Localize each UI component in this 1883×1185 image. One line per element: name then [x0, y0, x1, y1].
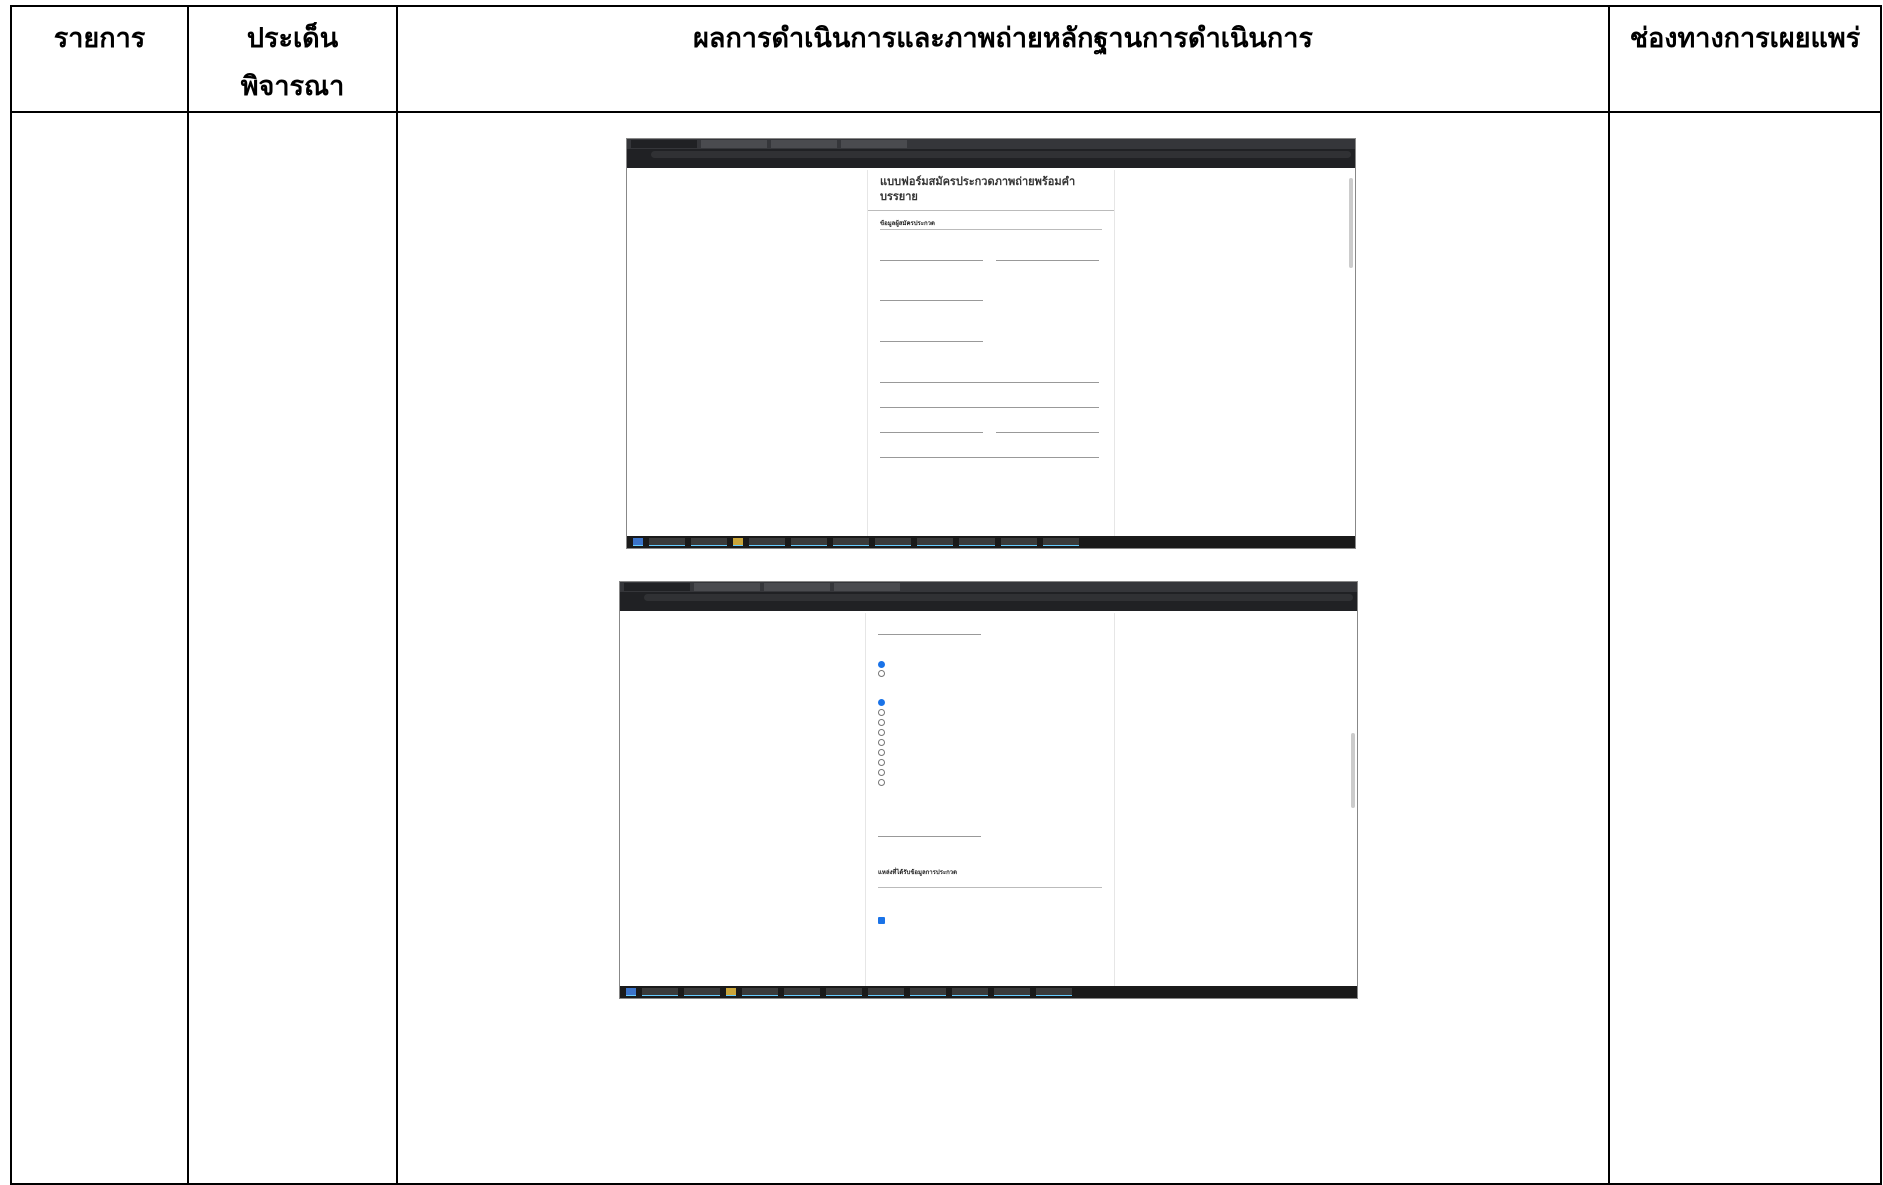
phone-field [880, 330, 983, 342]
province-field [880, 421, 983, 433]
scrollbar[interactable] [1349, 178, 1353, 268]
age-field [878, 623, 981, 635]
address-bar-2 [644, 594, 1353, 601]
other-field [878, 825, 981, 837]
form-title: แบบฟอร์มสมัครประกวดภาพถ่ายพร้อมคำบรรยาย [880, 175, 1076, 203]
header-result: ผลการดำเนินการและภาพถ่ายหลักฐานการดำเนิน… [396, 5, 1610, 113]
radio-option[interactable] [878, 769, 889, 776]
first-name-field [880, 249, 983, 261]
header-row: รายการ ประเด็นพิจารณา ผลการดำเนินการและภ… [10, 5, 1882, 113]
radio-option[interactable] [878, 670, 889, 677]
radio-option[interactable] [878, 749, 889, 756]
cell-channel [1608, 111, 1882, 1185]
address-bar [651, 151, 1351, 158]
form-page: แบบฟอร์มสมัครประกวดภาพถ่ายพร้อมคำบรรยาย … [627, 170, 1355, 536]
checkbox-option[interactable] [878, 917, 889, 924]
windows-taskbar-2 [620, 986, 1357, 998]
browser-chrome [627, 139, 1355, 168]
email-field [880, 289, 983, 301]
radio-option[interactable] [878, 719, 889, 726]
bookmarks-bar [627, 160, 1355, 168]
windows-taskbar [627, 536, 1355, 548]
radio-option[interactable] [878, 709, 889, 716]
header-item: รายการ [10, 5, 189, 113]
section-heading-2: แหล่งที่ได้รับข้อมูลการประกวด [878, 869, 958, 876]
scrollbar-2[interactable] [1351, 733, 1355, 808]
district-field [880, 396, 1099, 408]
header-issue: ประเด็นพิจารณา [187, 5, 398, 113]
radio-option[interactable] [878, 729, 889, 736]
last-name-field [996, 249, 1099, 261]
radio-option[interactable] [878, 661, 889, 668]
region-field [996, 421, 1099, 433]
form-page-2: แหล่งที่ได้รับข้อมูลการประกวด [620, 613, 1357, 986]
radio-option[interactable] [878, 759, 889, 766]
section-heading: ข้อมูลผู้สมัครประกวด [880, 220, 935, 227]
browser-chrome-2 [620, 582, 1357, 611]
radio-option[interactable] [878, 779, 889, 786]
radio-option[interactable] [878, 739, 889, 746]
radio-option[interactable] [878, 699, 889, 706]
bookmarks-bar-2 [620, 603, 1357, 611]
cell-issue [187, 111, 398, 1185]
evidence-screenshot-1: แบบฟอร์มสมัครประกวดภาพถ่ายพร้อมคำบรรยาย … [627, 139, 1355, 548]
cell-item [10, 111, 189, 1185]
address-field [880, 371, 1099, 383]
evidence-screenshot-2: แหล่งที่ได้รับข้อมูลการประกวด [620, 582, 1357, 998]
postcode-field [880, 446, 1099, 458]
header-channel: ช่องทางการเผยแพร่ [1608, 5, 1882, 113]
